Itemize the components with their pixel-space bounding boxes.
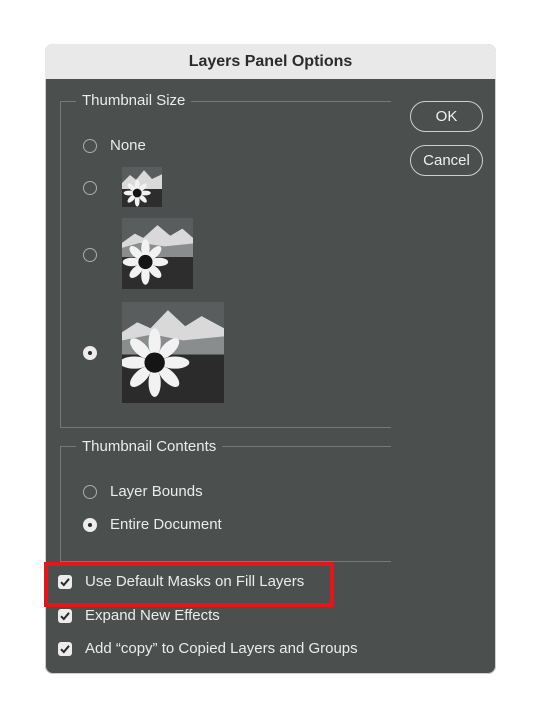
thumbnail-large-image[interactable] [122,302,224,403]
checkmark-icon [60,645,70,654]
sunflower-image [122,167,162,207]
entire-document-radio[interactable] [83,518,97,532]
add-copy-checkbox[interactable] [58,642,72,656]
entire-document-label[interactable]: Entire Document [110,516,222,533]
layer-bounds-radio[interactable] [83,485,97,499]
layer-bounds-label[interactable]: Layer Bounds [110,483,203,500]
expand-new-effects-checkbox[interactable] [58,609,72,623]
thumbnail-size-title: Thumbnail Size [76,92,192,109]
thumbnail-size-large-radio[interactable] [83,346,97,360]
thumbnail-small-image[interactable] [122,167,162,207]
thumbnail-contents-title: Thumbnail Contents [76,438,223,455]
checkmark-icon [60,612,70,621]
highlight-box [44,562,334,607]
thumbnail-size-none-radio[interactable] [83,139,97,153]
thumbnail-size-small-radio[interactable] [83,181,97,195]
add-copy-label[interactable]: Add “copy” to Copied Layers and Groups [85,640,358,657]
cancel-button[interactable]: Cancel [410,145,483,176]
thumbnail-size-medium-radio[interactable] [83,248,97,262]
thumbnail-size-none-label[interactable]: None [110,137,146,154]
thumbnail-contents-group [60,446,391,562]
sunflower-image [122,218,193,289]
expand-new-effects-label[interactable]: Expand New Effects [85,607,220,624]
ok-button[interactable]: OK [410,101,483,132]
thumbnail-medium-image[interactable] [122,218,193,289]
dialog-title: Layers Panel Options [45,44,496,79]
sunflower-image [122,302,224,403]
